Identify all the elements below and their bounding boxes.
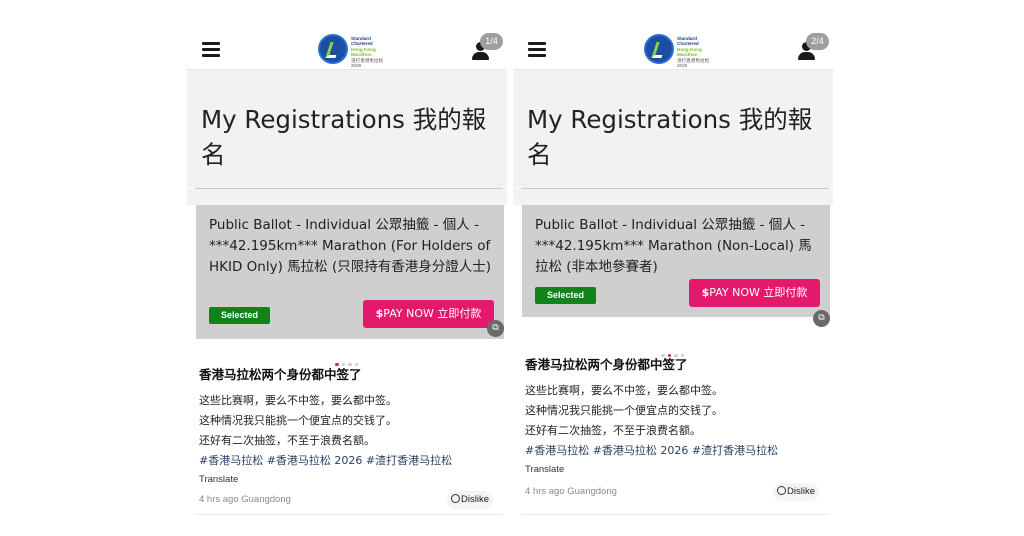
pay-now-label: PAY NOW 立即付款	[709, 286, 808, 299]
hamburger-menu-icon[interactable]	[202, 42, 220, 57]
carousel-indicator	[335, 351, 365, 366]
registration-card: Public Ballot - Individual 公眾抽籤 - 個人 - *…	[196, 205, 504, 339]
post-line: 还好有二次抽签，不至于浪费名额。	[525, 424, 701, 437]
title-area-padding	[513, 189, 833, 205]
hashtags[interactable]: #香港马拉松 #香港马拉松 2026 #渣打香港马拉松	[525, 441, 825, 461]
dislike-label: Dislike	[461, 494, 489, 505]
smile-icon	[451, 494, 460, 503]
translate-icon[interactable]: ⧉	[487, 320, 504, 337]
dislike-button[interactable]: Dislike	[447, 491, 493, 509]
logo-emblem-icon	[644, 34, 674, 64]
post-content: 香港马拉松两个身份都中签了 这些比赛啊，要么不中签，要么都中签。 这种情况我只能…	[199, 366, 499, 486]
logo-emblem-icon	[318, 34, 348, 64]
pay-now-button[interactable]: $PAY NOW 立即付款	[689, 279, 820, 307]
pay-now-label: PAY NOW 立即付款	[383, 307, 482, 320]
post-body: 这些比赛啊，要么不中签，要么都中签。 这种情况我只能挑一个便宜点的交钱了。 还好…	[525, 381, 825, 441]
registration-title: Public Ballot - Individual 公眾抽籤 - 個人 - *…	[209, 217, 491, 275]
status-badge: Selected	[535, 287, 596, 304]
divider	[521, 514, 829, 515]
smile-icon	[777, 486, 786, 495]
post-meta: 4 hrs ago Guangdong	[199, 494, 291, 505]
post-content: 香港马拉松两个身份都中签了 这些比赛啊，要么不中签，要么都中签。 这种情况我只能…	[525, 356, 825, 476]
pay-now-button[interactable]: $PAY NOW 立即付款	[363, 300, 494, 328]
carousel-indicator	[661, 342, 691, 357]
screenshot-panel-1: Standard Chartered Hong Kong Marathon 渣打…	[187, 22, 507, 516]
logo-text: Standard Chartered Hong Kong Marathon 渣打…	[351, 36, 384, 69]
app-header: Standard Chartered Hong Kong Marathon 渣打…	[187, 22, 507, 70]
marathon-logo[interactable]: Standard Chartered Hong Kong Marathon 渣打…	[644, 34, 710, 69]
hashtags[interactable]: #香港马拉松 #香港马拉松 2026 #渣打香港马拉松	[199, 451, 499, 471]
page-title: My Registrations 我的報名	[527, 105, 813, 169]
title-area: My Registrations 我的報名	[513, 70, 833, 188]
translate-link[interactable]: Translate	[525, 463, 825, 476]
page-title: My Registrations 我的報名	[201, 105, 487, 169]
logo-text: Standard Chartered Hong Kong Marathon 渣打…	[677, 36, 710, 69]
dislike-label: Dislike	[787, 486, 815, 497]
status-badge: Selected	[209, 307, 270, 324]
post-title: 香港马拉松两个身份都中签了	[525, 357, 688, 372]
translate-link[interactable]: Translate	[199, 473, 499, 486]
post-line: 这种情况我只能挑一个便宜点的交钱了。	[199, 414, 397, 427]
divider	[195, 514, 503, 515]
translate-icon[interactable]: ⧉	[813, 310, 830, 327]
post-line: 还好有二次抽签，不至于浪费名额。	[199, 434, 375, 447]
title-area-padding	[187, 189, 507, 205]
image-counter-badge: 2/4	[806, 33, 829, 50]
post-line: 这些比赛啊，要么不中签，要么都中签。	[525, 384, 723, 397]
post-line: 这种情况我只能挑一个便宜点的交钱了。	[525, 404, 723, 417]
app-header: Standard Chartered Hong Kong Marathon 渣打…	[513, 22, 833, 70]
post-body: 这些比赛啊，要么不中签，要么都中签。 这种情况我只能挑一个便宜点的交钱了。 还好…	[199, 391, 499, 451]
post-line: 这些比赛啊，要么不中签，要么都中签。	[199, 394, 397, 407]
dislike-button[interactable]: Dislike	[773, 483, 819, 501]
post-title: 香港马拉松两个身份都中签了	[199, 367, 362, 382]
image-counter-badge: 1/4	[480, 33, 503, 50]
registration-card: Public Ballot - Individual 公眾抽籤 - 個人 - *…	[522, 205, 830, 317]
marathon-logo[interactable]: Standard Chartered Hong Kong Marathon 渣打…	[318, 34, 384, 69]
title-area: My Registrations 我的報名	[187, 70, 507, 188]
hamburger-menu-icon[interactable]	[528, 42, 546, 57]
post-meta: 4 hrs ago Guangdong	[525, 486, 617, 497]
registration-title: Public Ballot - Individual 公眾抽籤 - 個人 - *…	[535, 217, 812, 275]
screenshot-panel-2: Standard Chartered Hong Kong Marathon 渣打…	[513, 22, 833, 516]
